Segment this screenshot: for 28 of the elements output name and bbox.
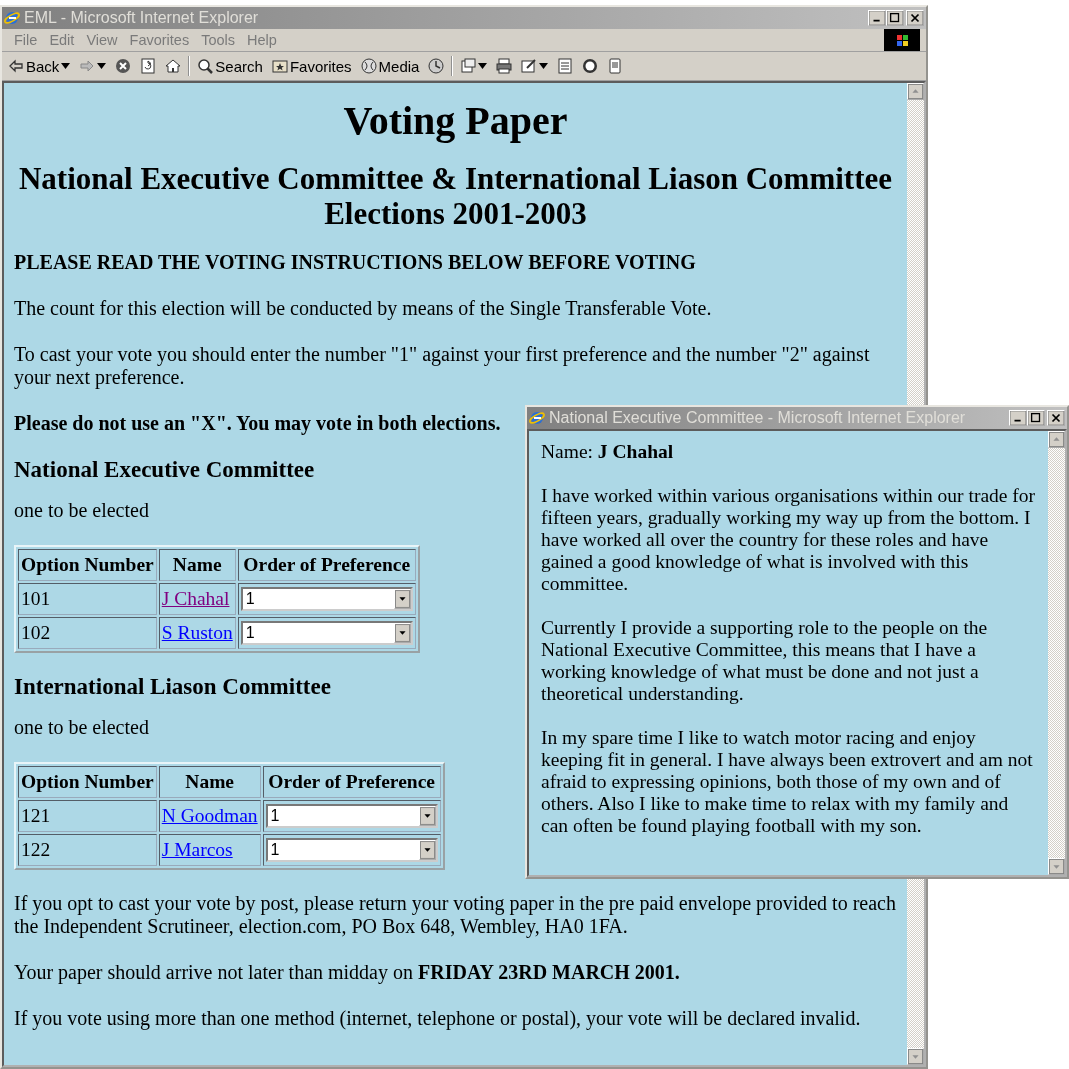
column-header: Option Number (18, 766, 157, 798)
column-header: Option Number (18, 549, 157, 581)
column-header: Name (158, 766, 261, 798)
notice-text: PLEASE READ THE VOTING INSTRUCTIONS BELOW BEFORE VOTING (14, 251, 696, 274)
window-title: EML - Microsoft Internet Explorer (24, 9, 260, 27)
section-heading: National Executive Committee (14, 458, 315, 481)
table-cell: 122 (18, 834, 157, 866)
table-cell: 121 (18, 800, 157, 832)
table-cell: 101 (18, 583, 157, 615)
table-cell: 102 (18, 617, 157, 649)
paragraph: If you opt to cast your vote by post, please return your voting paper in the pre paid envelope provided to reach the Independent Scrutineer, election.com, PO Box 648, Wembley, HA0 1FA. (14, 892, 897, 938)
section-note: one to be elected (14, 716, 149, 739)
paragraph: Your paper should arrive not later than midday on FRIDAY 23RD MARCH 2001. (14, 961, 680, 984)
page-title: Voting Paper (342, 99, 569, 143)
paragraph: The count for this election will be conducted by means of the Single Transferable Vote. (14, 297, 712, 320)
paragraph: Currently I provide a supporting role to the people on the National Executive Committee, this means that I have a working knowledge of what must be done and not just a theoretical understanding. (541, 617, 989, 705)
section-heading: International Liason Committee (14, 675, 331, 698)
paragraph: I have worked within various organisations within our trade for fifteen years, gradually working my way up from the bottom. I have worked all over the country for these roles and have gained a good knowledge of what is involved with this committee. (541, 485, 1036, 595)
paragraph: Name: J Chahal (541, 441, 674, 463)
column-header: Order of Preference (237, 549, 416, 581)
column-header: Name (158, 549, 236, 581)
paragraph: To cast your vote you should enter the number "1" against your first preference and the number "2" against your next preference. (14, 343, 871, 389)
paragraph: In my spare time I like to watch motor racing and enjoy keeping fit in general. I have always been extrovert and am not afraid to expressing opinions, both those of my own and of others. Also I like to make time to relax with my family and can often be found playing football with my son. (541, 727, 1034, 837)
paragraph: If you vote using more than one method (internet, telephone or postal), your vote will be declared invalid. (14, 1007, 861, 1030)
section-note: one to be elected (14, 499, 149, 522)
page-subtitle: National Executive Committee & International Liason Committee Elections 2001-2003 (18, 161, 893, 231)
paragraph: Please do not use an "X". You may vote in both elections. (14, 412, 501, 435)
column-header: Order of Preference (262, 766, 441, 798)
